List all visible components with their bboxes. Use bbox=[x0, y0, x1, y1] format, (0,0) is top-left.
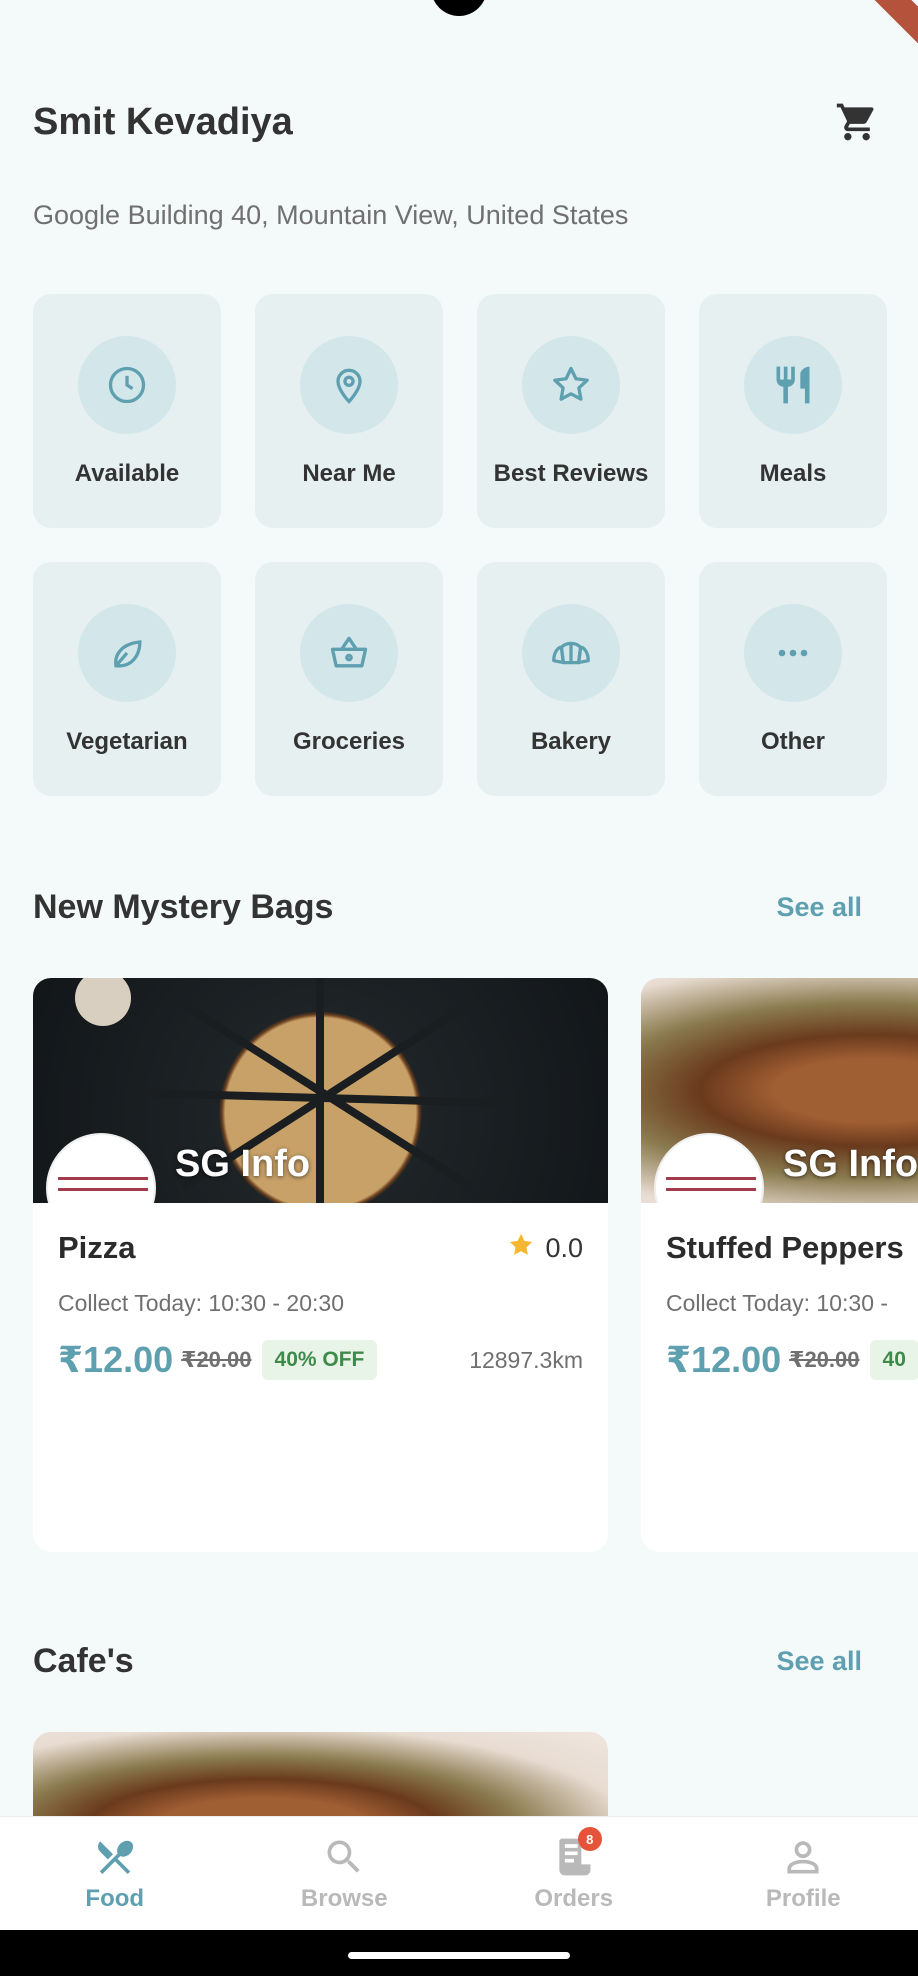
username: Smit Kevadiya bbox=[33, 100, 293, 143]
card-title: Pizza bbox=[58, 1230, 136, 1265]
mystery-bags-carousel[interactable]: SG Info Pizza 0.0 Collect Today: 10:30 -… bbox=[33, 978, 918, 1552]
old-price: ₹20.00 bbox=[181, 1347, 252, 1372]
cafes-header: Cafe's See all bbox=[33, 1642, 862, 1681]
category-label: Meals bbox=[759, 460, 827, 487]
card-body: Stuffed Peppers Collect Today: 10:30 - ₹… bbox=[666, 1228, 918, 1381]
category-meals[interactable]: Meals bbox=[699, 294, 887, 528]
nav-label: Profile bbox=[765, 1885, 841, 1912]
nav-label: Food bbox=[85, 1885, 145, 1912]
pizza-image: SG Info bbox=[33, 978, 608, 1203]
address: Google Building 40, Mountain View, Unite… bbox=[33, 200, 629, 230]
header: Smit Kevadiya bbox=[33, 92, 885, 152]
discount-badge: 40 bbox=[869, 1340, 918, 1380]
category-label: Other bbox=[760, 728, 825, 755]
more-dots-icon bbox=[744, 604, 842, 702]
camera-cutout bbox=[431, 0, 487, 16]
rating-value: 0.0 bbox=[545, 1232, 583, 1263]
collect-time: Collect Today: 10:30 - 20:30 bbox=[58, 1290, 344, 1316]
category-label: Best Reviews bbox=[493, 460, 649, 487]
see-all-link[interactable]: See all bbox=[776, 1646, 862, 1677]
category-grid: Available Near Me Best Reviews Meals Veg… bbox=[33, 294, 887, 796]
card-body: Pizza 0.0 Collect Today: 10:30 - 20:30 ₹… bbox=[58, 1228, 583, 1381]
section-title: New Mystery Bags bbox=[33, 888, 334, 926]
orders-badge: 8 bbox=[577, 1827, 602, 1851]
section-title: Cafe's bbox=[33, 1642, 134, 1680]
cutlery-icon bbox=[744, 336, 842, 434]
location-pin-icon bbox=[300, 336, 398, 434]
fork-spoon-icon bbox=[91, 1833, 139, 1881]
card-title: Stuffed Peppers bbox=[666, 1230, 904, 1265]
cart-icon[interactable] bbox=[829, 94, 885, 150]
category-other[interactable]: Other bbox=[699, 562, 887, 796]
star-icon bbox=[507, 1231, 535, 1266]
price-row: ₹12.00 ₹20.00 40% OFF 12897.3km bbox=[58, 1339, 583, 1381]
home-indicator[interactable] bbox=[348, 1952, 570, 1959]
receipt-icon: 8 bbox=[550, 1827, 602, 1881]
nav-label: Orders bbox=[534, 1885, 614, 1912]
category-label: Available bbox=[74, 460, 180, 487]
collect-time: Collect Today: 10:30 - bbox=[666, 1290, 889, 1316]
mystery-bag-card[interactable]: SG Info Stuffed Peppers Collect Today: 1… bbox=[641, 978, 918, 1552]
price: ₹12.00 bbox=[58, 1339, 174, 1380]
stuffed-peppers-image: SG Info bbox=[641, 978, 918, 1203]
mystery-bag-card[interactable]: SG Info Pizza 0.0 Collect Today: 10:30 -… bbox=[33, 978, 608, 1552]
brand-name: SG Info bbox=[175, 1143, 311, 1185]
category-label: Groceries bbox=[292, 728, 406, 755]
search-icon bbox=[320, 1833, 368, 1881]
nav-label: Browse bbox=[300, 1885, 388, 1912]
see-all-link[interactable]: See all bbox=[776, 892, 862, 923]
price-row: ₹12.00 ₹20.00 40 bbox=[666, 1339, 918, 1381]
category-groceries[interactable]: Groceries bbox=[255, 562, 443, 796]
nav-profile[interactable]: Profile bbox=[703, 1817, 903, 1930]
discount-badge: 40% OFF bbox=[261, 1340, 378, 1380]
leaf-icon bbox=[78, 604, 176, 702]
croissant-icon bbox=[522, 604, 620, 702]
basket-icon bbox=[300, 604, 398, 702]
bottom-nav: Food Browse 8 Orders Profile bbox=[0, 1816, 918, 1930]
star-icon bbox=[522, 336, 620, 434]
category-label: Near Me bbox=[302, 460, 396, 487]
debug-ribbon bbox=[846, 0, 918, 57]
clock-icon bbox=[78, 336, 176, 434]
old-price: ₹20.00 bbox=[789, 1347, 860, 1372]
category-best-reviews[interactable]: Best Reviews bbox=[477, 294, 665, 528]
category-near-me[interactable]: Near Me bbox=[255, 294, 443, 528]
nav-food[interactable]: Food bbox=[15, 1817, 215, 1930]
category-label: Bakery bbox=[530, 728, 612, 755]
nav-browse[interactable]: Browse bbox=[244, 1817, 444, 1930]
category-available[interactable]: Available bbox=[33, 294, 221, 528]
rating: 0.0 bbox=[507, 1231, 583, 1266]
person-icon bbox=[779, 1833, 827, 1881]
brand-name: SG Info bbox=[783, 1143, 918, 1185]
category-label: Vegetarian bbox=[66, 728, 188, 755]
distance: 12897.3km bbox=[469, 1346, 583, 1373]
category-vegetarian[interactable]: Vegetarian bbox=[33, 562, 221, 796]
price: ₹12.00 bbox=[666, 1339, 782, 1380]
mystery-bags-header: New Mystery Bags See all bbox=[33, 888, 862, 927]
category-bakery[interactable]: Bakery bbox=[477, 562, 665, 796]
nav-orders[interactable]: 8 Orders bbox=[474, 1817, 674, 1930]
brand-logo bbox=[654, 1133, 764, 1203]
